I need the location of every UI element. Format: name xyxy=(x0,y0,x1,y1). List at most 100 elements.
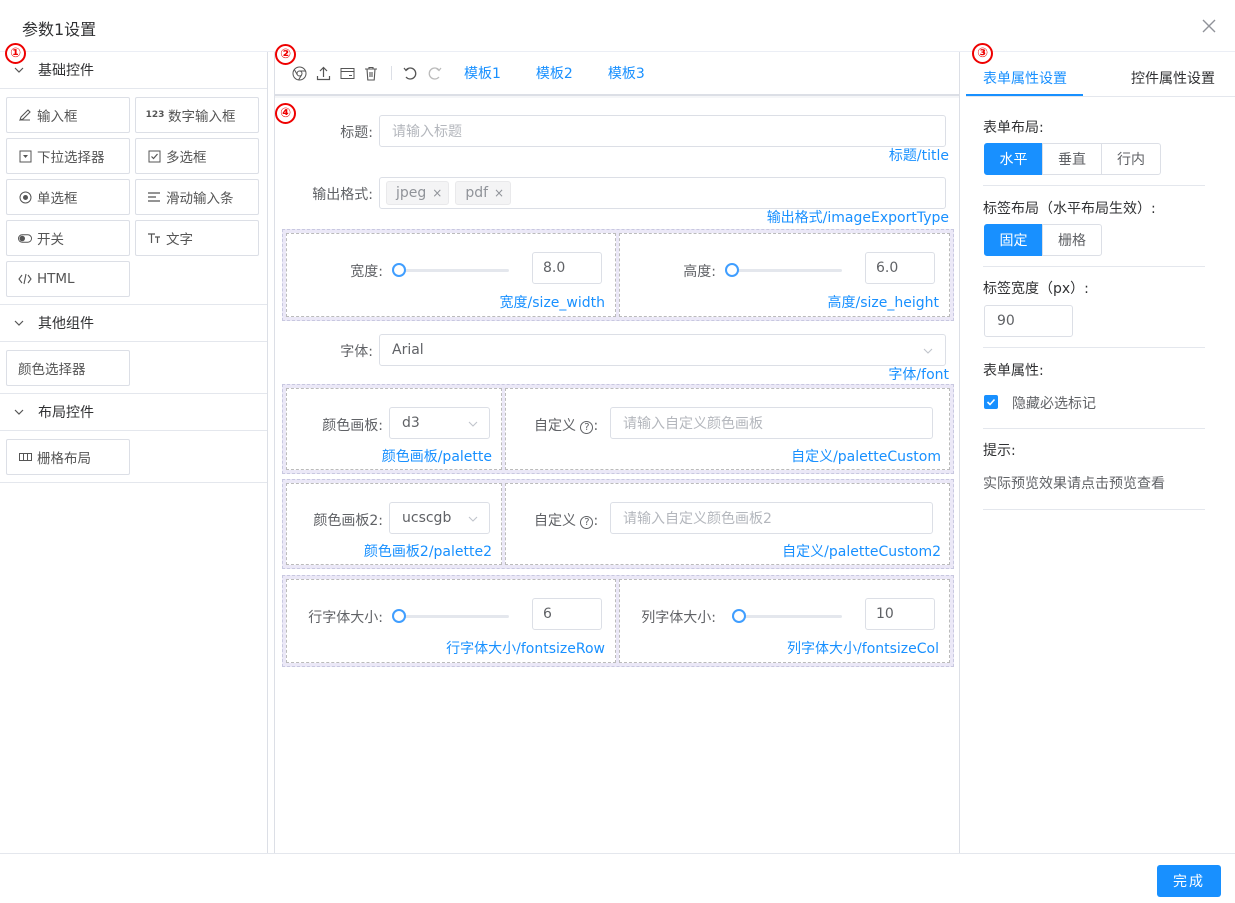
tip-text: 实际预览效果请点击预览查看 xyxy=(983,476,1165,492)
layout-vertical-button[interactable]: 垂直 xyxy=(1042,143,1102,175)
label-fixed-button[interactable]: 固定 xyxy=(984,224,1043,256)
close-icon[interactable] xyxy=(1199,16,1219,36)
font-select[interactable]: Arial xyxy=(379,334,946,366)
fontsize-row-number-input[interactable]: 6 xyxy=(532,598,602,630)
properties-panel: 表单属性设置 控件属性设置 表单布局: 水平 垂直 行内 标签布局（水平布局生效… xyxy=(966,52,1235,853)
fontsize-grid-row[interactable]: 行字体大小: 6 行字体大小/fontsizeRow 列字体大小: 10 列字体… xyxy=(282,575,954,667)
control-switch[interactable]: 开关 xyxy=(6,220,130,256)
tag-close-icon[interactable]: × xyxy=(432,186,442,200)
text-icon xyxy=(147,231,161,245)
active-tab-indicator xyxy=(966,94,1083,96)
size-grid-row[interactable]: 宽度: 8.0 宽度/size_width 高度: 6.0 高度/size_he… xyxy=(282,229,954,321)
control-text[interactable]: 文字 xyxy=(135,220,259,256)
fontsize-row-slider-handle[interactable] xyxy=(392,609,406,623)
done-button[interactable]: 完成 xyxy=(1157,865,1221,897)
height-field-key: 高度/size_height xyxy=(827,295,940,311)
format-field-key: 输出格式/imageExportType xyxy=(766,210,949,226)
palette-custom2-input[interactable]: 请输入自定义颜色画板2 xyxy=(610,502,933,534)
tab-control-properties[interactable]: 控件属性设置 xyxy=(1131,68,1215,88)
fontsize-row-slider-track[interactable] xyxy=(399,615,509,618)
label-width-input[interactable]: 90 xyxy=(984,305,1073,337)
width-slider-handle[interactable] xyxy=(392,263,406,277)
control-html[interactable]: HTML xyxy=(6,261,130,297)
tag-text: pdf xyxy=(465,185,489,201)
group-header-other[interactable]: 其他组件 xyxy=(0,305,267,342)
width-number-input[interactable]: 8.0 xyxy=(532,252,602,284)
control-input[interactable]: 输入框 xyxy=(6,97,130,133)
height-number-input[interactable]: 6.0 xyxy=(865,252,935,284)
control-label: 多选框 xyxy=(166,150,207,166)
layout-horizontal-button[interactable]: 水平 xyxy=(984,143,1043,175)
control-label: HTML xyxy=(37,271,75,287)
palette-custom-column: 自定义 ?: 请输入自定义颜色画板 自定义/paletteCustom xyxy=(505,388,950,470)
toggle-icon xyxy=(18,231,32,245)
chevron-down-icon xyxy=(14,320,24,326)
layout-inline-button[interactable]: 行内 xyxy=(1101,143,1161,175)
control-label: 下拉选择器 xyxy=(37,150,105,166)
properties-tabs: 表单属性设置 控件属性设置 xyxy=(966,52,1235,97)
template-2-link[interactable]: 模板2 xyxy=(536,63,573,83)
redo-icon[interactable] xyxy=(426,65,442,81)
font-field-key: 字体/font xyxy=(888,367,949,383)
width-slider-track[interactable] xyxy=(399,269,509,272)
format-tag-pdf: pdf × xyxy=(455,181,512,205)
marker-4: ④ xyxy=(275,103,296,124)
designer-area: 模板1 模板2 模板3 标题: 请输入标题 标题/title 输出格式: jpe… xyxy=(274,52,960,853)
template-1-link[interactable]: 模板1 xyxy=(464,63,501,83)
height-slider-handle[interactable] xyxy=(725,263,739,277)
control-slider[interactable]: 滑动输入条 xyxy=(135,179,259,215)
dialog-footer: 完成 xyxy=(0,853,1235,903)
palette-custom-input[interactable]: 请输入自定义颜色画板 xyxy=(610,407,933,439)
title-input[interactable]: 请输入标题 xyxy=(379,115,946,147)
chrome-preview-icon[interactable] xyxy=(291,65,307,81)
palette-grid-row[interactable]: 颜色画板: d3 颜色画板/palette 自定义 ?: 请输入自定义颜色画板 … xyxy=(282,384,954,474)
custom-label-text: 自定义 xyxy=(534,418,576,434)
template-3-link[interactable]: 模板3 xyxy=(608,63,645,83)
hide-required-checkbox[interactable] xyxy=(984,395,998,409)
group-header-layout[interactable]: 布局控件 xyxy=(0,394,267,431)
control-checkbox[interactable]: 多选框 xyxy=(135,138,259,174)
palette2-grid-row[interactable]: 颜色画板2: ucscgb 颜色画板2/palette2 自定义 ?: 请输入自… xyxy=(282,479,954,569)
control-label: 颜色选择器 xyxy=(18,362,86,378)
label-grid-button[interactable]: 栅格 xyxy=(1042,224,1102,256)
control-number-input[interactable]: 123 数字输入框 xyxy=(135,97,259,133)
palette-value: d3 xyxy=(402,415,420,431)
fontsize-col-slider-track[interactable] xyxy=(732,615,842,618)
control-radio[interactable]: 单选框 xyxy=(6,179,130,215)
format-multiselect[interactable]: jpeg × pdf × xyxy=(379,177,946,209)
divider xyxy=(983,347,1205,348)
palette2-column: 颜色画板2: ucscgb 颜色画板2/palette2 xyxy=(286,483,502,565)
control-label: 文字 xyxy=(166,232,193,248)
tag-close-icon[interactable]: × xyxy=(494,186,504,200)
custom-label-colon: : xyxy=(593,513,599,529)
font-value: Arial xyxy=(392,342,424,358)
group-header-basic[interactable]: 基础控件 xyxy=(0,52,267,89)
fontsize-col-slider-handle[interactable] xyxy=(731,609,746,623)
tip-label: 提示: xyxy=(983,443,1016,459)
divider xyxy=(983,185,1205,186)
height-slider-track[interactable] xyxy=(732,269,842,272)
palette2-select[interactable]: ucscgb xyxy=(389,502,490,534)
palette2-label: 颜色画板2: xyxy=(313,513,383,529)
fontsize-col-column: 列字体大小: 10 列字体大小/fontsizeCol xyxy=(619,579,950,663)
hide-required-label[interactable]: 隐藏必选标记 xyxy=(1012,393,1096,413)
control-select[interactable]: 下拉选择器 xyxy=(6,138,130,174)
upload-icon[interactable] xyxy=(315,65,331,81)
trash-icon[interactable] xyxy=(363,65,379,81)
help-icon[interactable]: ? xyxy=(580,516,594,529)
help-icon[interactable]: ? xyxy=(580,421,594,434)
number-123-icon: 123 xyxy=(145,110,165,120)
control-color-picker[interactable]: 颜色选择器 xyxy=(6,350,130,386)
tab-form-properties[interactable]: 表单属性设置 xyxy=(983,68,1067,88)
palette-custom2-field-key: 自定义/paletteCustom2 xyxy=(782,544,941,560)
palette-select[interactable]: d3 xyxy=(389,407,490,439)
control-grid[interactable]: 栅格布局 xyxy=(6,439,130,475)
height-label: 高度: xyxy=(683,264,716,280)
title-placeholder: 请输入标题 xyxy=(392,124,462,140)
undo-icon[interactable] xyxy=(402,65,418,81)
custom-label-text: 自定义 xyxy=(534,513,576,529)
component-panel: 基础控件 输入框 123 数字输入框 下拉选择器 多选框 单选框 滑动输入条 开… xyxy=(0,52,268,853)
fontsize-col-number-input[interactable]: 10 xyxy=(865,598,935,630)
fontsize-col-label: 列字体大小: xyxy=(641,610,716,626)
card-icon[interactable] xyxy=(339,65,355,81)
